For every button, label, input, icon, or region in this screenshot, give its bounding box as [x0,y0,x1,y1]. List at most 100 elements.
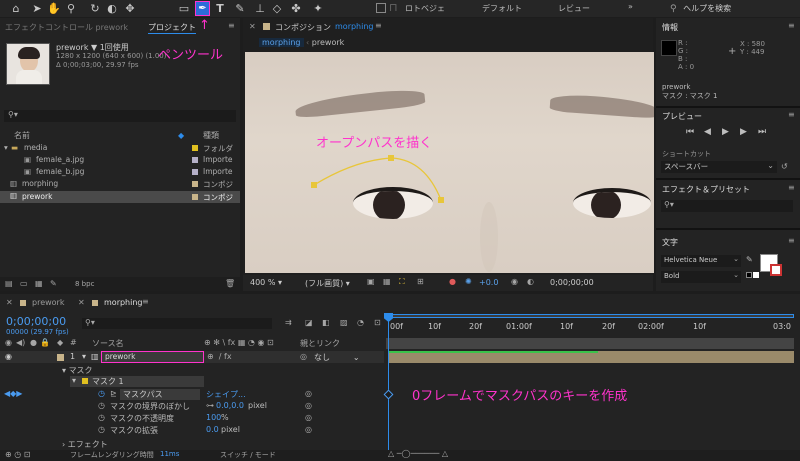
zoom-slider[interactable]: △ ─◯────── △ [388,449,448,458]
layer-row[interactable]: ◉ 1 ▾ ▥ prework ⊕ / fx ◎ なし ⌄ [0,351,384,363]
playhead[interactable] [388,314,389,452]
expression-icon[interactable]: ◎ [305,389,312,398]
shortcut-select[interactable]: スペースバー ⌄ [661,161,777,173]
rectangle-icon[interactable]: ▭ [177,2,191,16]
expression-icon[interactable]: ◎ [305,425,312,434]
transparency-grid-icon[interactable]: ▦ [383,277,391,286]
camera-icon[interactable]: ◐ [105,2,119,16]
expression-icon[interactable]: ◎ [305,401,312,410]
mask-visibility-icon[interactable]: ⛶ [399,277,405,287]
mask-path[interactable] [245,52,654,273]
opacity-value[interactable]: 100 [206,413,221,422]
viewer-image[interactable]: オープンパスを描く [245,52,654,273]
snapshot-icon[interactable]: ◉ [511,277,518,286]
prop-effects-group[interactable]: › エフェクト [62,439,108,450]
pen-icon[interactable]: ✒ [195,1,210,16]
menu-icon[interactable]: ≡ [142,297,149,306]
first-frame-button[interactable]: ⏮ [686,127,694,137]
col-parent-link[interactable]: 親とリンク [300,338,340,349]
next-frame-button[interactable]: ▶ [740,127,747,137]
home-icon[interactable]: ⌂ [9,2,23,16]
timecode-display[interactable]: 0;00;00;00 [550,278,594,287]
time-ruler[interactable]: 00f 10f 20f 01:00f 10f 20f 02:00f 10f 03… [386,314,794,336]
close-icon[interactable]: ✕ [6,298,13,307]
visibility-toggle-icon[interactable]: ◉ [5,352,12,361]
eyedropper-icon[interactable]: ✎ [746,255,753,264]
snap-checkbox[interactable] [376,3,386,13]
expansion-row[interactable]: ◷ マスクの拡張 0.0 pixel ◎ [0,425,384,436]
motion-blur-icon[interactable]: ◔ [357,318,364,327]
list-item-selected[interactable]: ▥ prework コンポジ [0,191,240,203]
close-icon[interactable]: ✕ [249,22,256,31]
parent-select[interactable]: なし ⌄ [314,352,360,363]
trash-icon[interactable]: 🗑 [225,279,235,288]
flowchart-icon[interactable]: ✎ [50,279,57,288]
frame-blending-icon[interactable]: ▨ [340,318,348,327]
expansion-value[interactable]: 0.0 [206,425,219,434]
list-item[interactable]: ▣ female_a.jpg Importe [0,155,240,165]
col-type-header[interactable]: 種類 [203,130,219,141]
interpret-footage-icon[interactable]: ▤ [5,279,13,288]
menu-icon[interactable]: ≡ [228,21,235,30]
prop-mask-group[interactable]: ▾ マスク [62,365,93,376]
feather-row[interactable]: ◷ マスクの境界のぼかし ⊶ 0.0,0.0 pixel ◎ [0,401,384,412]
project-search[interactable]: ⚲▾ [4,110,236,122]
effects-search[interactable]: ⚲▾ [661,200,793,212]
hand-icon[interactable]: ✋ [47,2,61,16]
region-icon[interactable]: ▣ [367,277,375,286]
close-icon[interactable]: ✕ [78,298,85,307]
white-swatch[interactable] [753,272,759,278]
footer-icons[interactable]: ⊕ ◷ ⊡ [5,450,30,459]
lock-icon[interactable] [263,23,270,30]
label-swatch[interactable] [57,354,64,361]
tab-effect-controls[interactable]: エフェクトコントロール prework [5,22,128,33]
tab-project[interactable]: プロジェクト [148,22,196,34]
draft-3d-icon[interactable]: ◪ [305,318,313,327]
puppet-pin-icon[interactable]: ✦ [311,2,325,16]
feather-value[interactable]: 0.0,0.0 [216,401,244,410]
mask1-row[interactable]: ▾ マスク 1 [70,376,204,387]
list-item[interactable]: ▣ female_b.jpg Importe [0,167,240,177]
workspace-menu-icon[interactable]: » [628,2,633,11]
show-snapshot-icon[interactable]: ◐ [527,277,534,286]
mask-path-value[interactable]: シェイプ... [206,389,246,400]
stopwatch-icon[interactable]: ◷ [98,425,105,434]
chevron-down-icon[interactable]: ▾ [82,352,86,361]
zoom-icon[interactable]: ⚲ [64,2,78,16]
stopwatch-icon[interactable]: ◷ [98,413,105,422]
parent-pickwhip-icon[interactable]: ◎ [300,352,307,361]
selection-arrow-icon[interactable]: ➤ [30,2,44,16]
link-icon[interactable]: ⊶ [206,401,214,410]
black-swatch[interactable] [746,272,752,278]
tab-prework[interactable]: prework [32,298,64,307]
roto-brush-icon[interactable]: ✤ [289,2,303,16]
help-search[interactable]: ⚲ ヘルプを検索 [670,3,795,14]
rotate-icon[interactable]: ↻ [88,2,102,16]
menu-icon[interactable]: ≡ [788,110,795,119]
brush-icon[interactable]: ✎ [233,2,247,16]
timeline-timecode[interactable]: 0;00;00;00 [6,315,66,328]
last-frame-button[interactable]: ⏭ [758,127,766,137]
type-icon[interactable]: T [213,2,227,16]
prev-frame-button[interactable]: ◀ [704,127,711,137]
new-composition-icon[interactable]: ▦ [35,279,43,288]
graph-editor-icon[interactable]: ⊡ [374,318,381,327]
clone-stamp-icon[interactable]: ⊥ [253,2,267,16]
font-style-select[interactable]: Bold ⌄ [661,271,741,283]
keyframe-marker[interactable] [383,389,394,400]
stroke-color-swatch[interactable] [770,264,782,276]
breadcrumb-prework[interactable]: prework [312,38,344,47]
workspace-roto[interactable]: ロトベジェ [405,3,445,14]
workspace-review[interactable]: レビュー [558,3,590,14]
menu-icon[interactable]: ≡ [375,21,382,30]
reset-icon[interactable]: ↺ [781,162,788,171]
opacity-row[interactable]: ◷ マスクの不透明度 100 % ◎ [0,413,384,424]
bpc-label[interactable]: 8 bpc [75,280,94,288]
eraser-icon[interactable]: ◇ [270,2,284,16]
stopwatch-icon[interactable]: ◷ [98,389,105,398]
exposure-value[interactable]: +0.0 [479,278,498,287]
timeline-search[interactable]: ⚲▾ [82,318,272,329]
mask-path-row[interactable]: ◀◆▶ ◷ ⊵ マスクパス シェイプ... ◎ [0,389,384,400]
graph-toggle-icon[interactable]: ⊵ [110,389,117,398]
zoom-select[interactable]: 400 % ▾ [250,278,282,287]
